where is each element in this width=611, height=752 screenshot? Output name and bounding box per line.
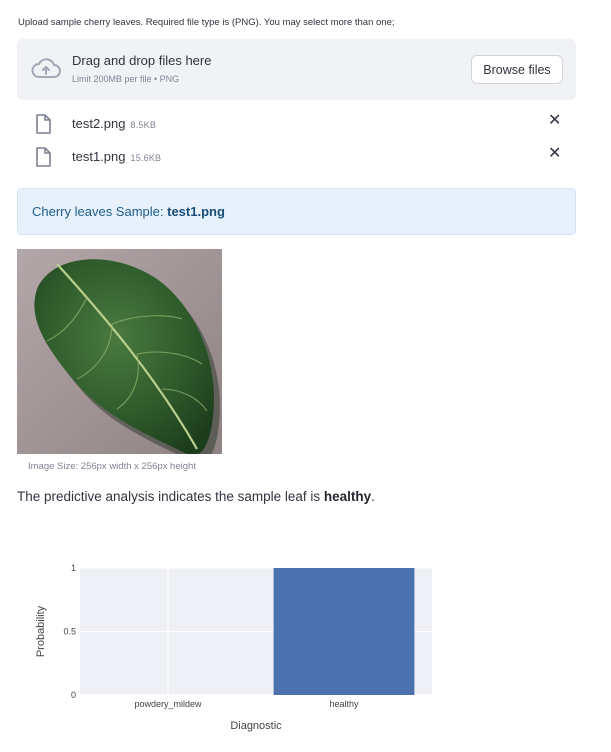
probability-chart: 0 0.5 1 powdery_mildew healthy Diagnostic Prob…	[30, 555, 450, 740]
x-tick-label: healthy	[329, 699, 359, 709]
file-size: 8.5KB	[130, 120, 157, 130]
y-axis-title: Probability	[35, 605, 47, 657]
dropzone-subtitle: Limit 200MB per file • PNG	[72, 74, 180, 84]
browse-files-button[interactable]: Browse files	[471, 55, 563, 84]
bar	[273, 568, 415, 695]
uploaded-file-row: test1.png 15.6KB ✕	[17, 143, 576, 173]
leaf-image	[17, 249, 222, 454]
probability-chart-svg: 0 0.5 1 powdery_mildew healthy Diagnostic Prob…	[35, 563, 432, 732]
close-icon[interactable]: ✕	[548, 113, 562, 129]
prediction-label: healthy	[323, 489, 372, 504]
sample-info-text: Cherry leaves Sample: test1.png	[32, 204, 225, 219]
image-caption: Image Size: 256px width x 256px height	[28, 461, 196, 472]
prediction-result: The predictive analysis indicates the sa…	[17, 489, 375, 504]
cloud-upload-icon	[31, 57, 61, 81]
file-dropzone[interactable]: Drag and drop files here Limit 200MB per…	[17, 39, 576, 100]
file-name: test1.png 15.6KB	[72, 149, 162, 164]
file-icon	[36, 114, 51, 134]
uploaded-file-row: test2.png 8.5KB ✕	[17, 110, 576, 140]
sample-info-alert: Cherry leaves Sample: test1.png	[17, 188, 576, 235]
file-icon	[36, 147, 51, 167]
x-axis-title: Diagnostic	[230, 720, 282, 732]
y-tick-label: 0	[71, 690, 76, 700]
y-tick-label: 1	[71, 563, 76, 573]
sample-filename: test1.png	[167, 204, 225, 219]
close-icon[interactable]: ✕	[548, 146, 562, 162]
file-name: test2.png 8.5KB	[72, 116, 157, 131]
dropzone-title: Drag and drop files here	[72, 53, 212, 68]
uploader-label: Upload sample cherry leaves. Required fi…	[18, 17, 395, 28]
y-tick-label: 0.5	[63, 627, 76, 637]
x-tick-label: powdery_mildew	[134, 699, 202, 709]
file-size: 15.6KB	[130, 153, 162, 163]
